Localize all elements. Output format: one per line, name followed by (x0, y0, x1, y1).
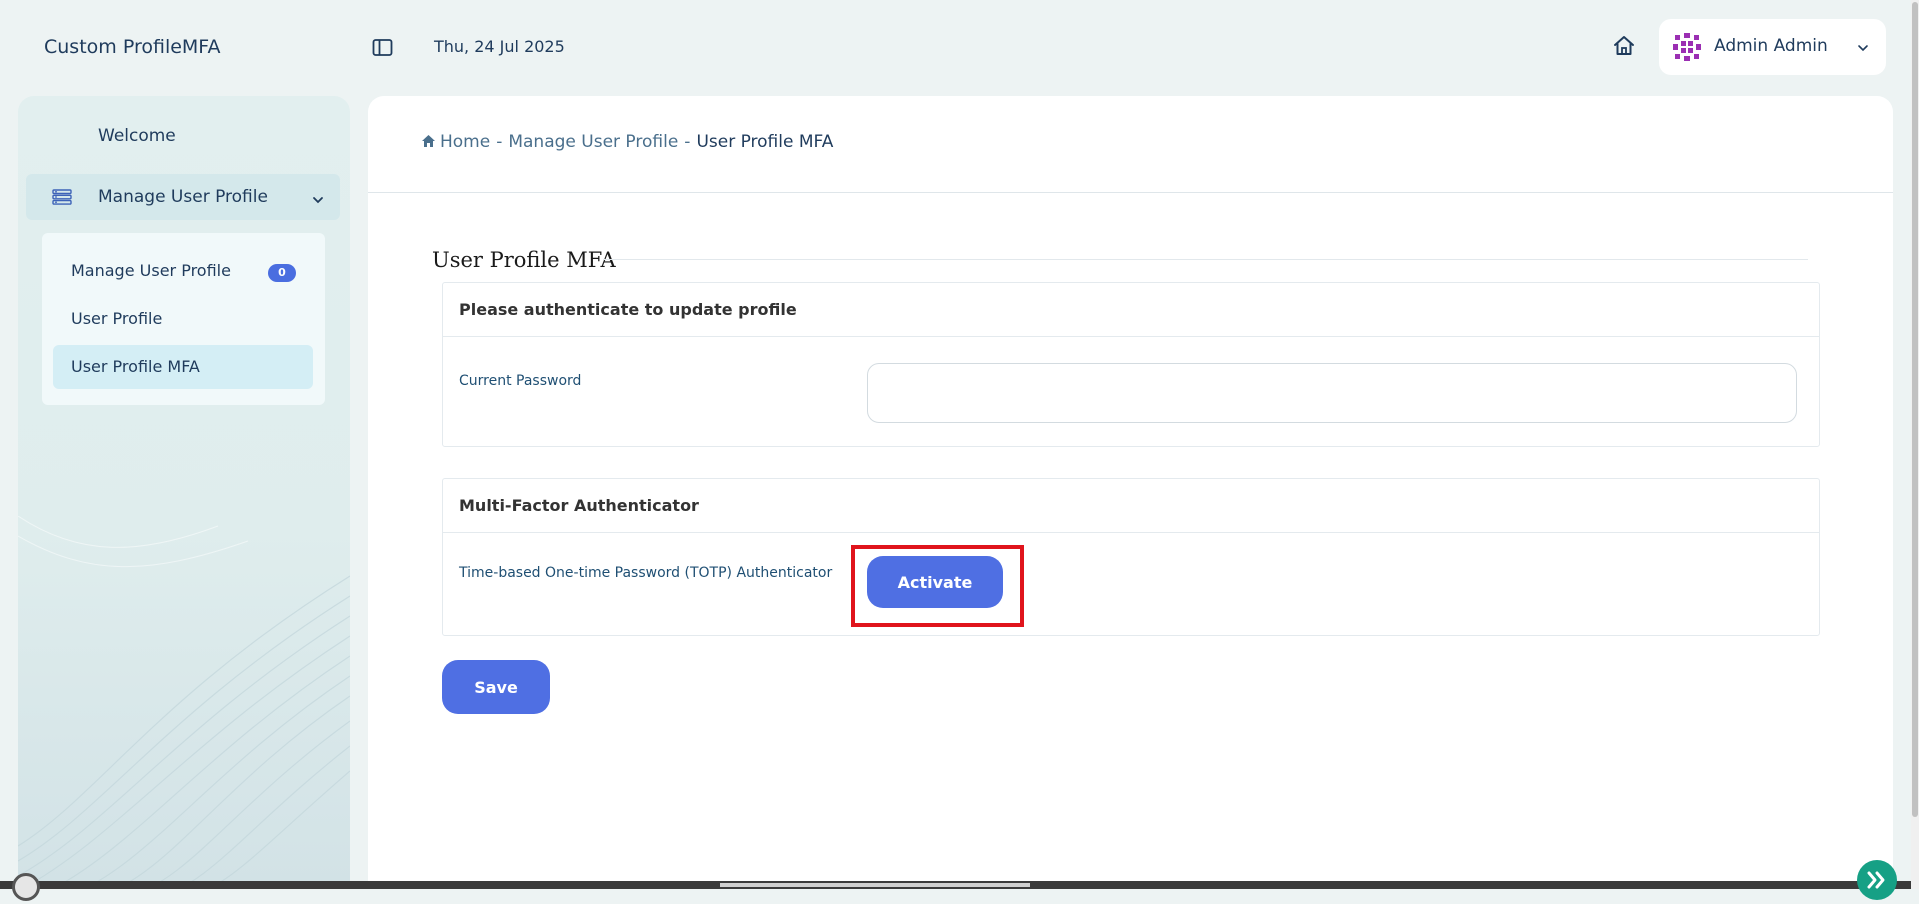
breadcrumb-separator: - (496, 132, 503, 152)
auth-card: Please authenticate to update profile Cu… (442, 282, 1820, 447)
sidebar-item-user-profile[interactable]: User Profile (53, 297, 313, 341)
user-name: Admin Admin (1714, 36, 1828, 56)
double-chevron-right-icon (1867, 871, 1885, 889)
sidebar-item-welcome[interactable]: Welcome (98, 126, 176, 146)
form-legend: User Profile MFA (432, 248, 616, 272)
breadcrumb-home-label: Home (440, 132, 491, 152)
mfa-card: Multi-Factor Authenticator Time-based On… (442, 478, 1820, 636)
user-menu[interactable]: Admin Admin (1659, 19, 1886, 75)
sidebar-group-manage-user-profile[interactable]: Manage User Profile (26, 174, 340, 220)
sidebar-item-label: Manage User Profile (71, 261, 231, 280)
breadcrumb-home[interactable]: Home (421, 132, 490, 152)
breadcrumb-separator: - (684, 132, 691, 152)
expand-fab[interactable] (1857, 860, 1897, 900)
sidebar-item-label: User Profile (71, 309, 163, 328)
horizontal-scrollbar-thumb[interactable] (720, 883, 1030, 887)
chevron-down-icon (312, 191, 324, 204)
sidebar-group-label: Manage User Profile (98, 187, 268, 207)
scrollbar-thumb[interactable] (1912, 2, 1918, 817)
divider (368, 192, 1893, 193)
highlight-box (851, 545, 1024, 627)
home-icon (421, 133, 436, 147)
top-bar: Custom ProfileMFA Thu, 24 Jul 2025 Admin… (0, 0, 1919, 96)
card-title: Multi-Factor Authenticator (443, 479, 1819, 533)
sidebar-toggle-icon[interactable] (372, 38, 394, 58)
sidebar-submenu: Manage User Profile 0 User Profile User … (42, 233, 325, 405)
sidebar-item-label: User Profile MFA (71, 357, 200, 376)
divider (603, 259, 1808, 260)
home-icon[interactable] (1612, 34, 1636, 58)
app-title: Custom ProfileMFA (44, 36, 221, 58)
count-badge: 0 (268, 264, 296, 282)
save-button[interactable]: Save (442, 660, 550, 714)
avatar (1671, 31, 1703, 63)
sidebar-item-user-profile-mfa[interactable]: User Profile MFA (53, 345, 313, 389)
card-title: Please authenticate to update profile (443, 283, 1819, 337)
accessibility-icon[interactable] (12, 873, 40, 901)
current-password-label: Current Password (459, 373, 582, 389)
chevron-down-icon (1856, 40, 1870, 54)
breadcrumb: Home - Manage User Profile - User Profile MF… (421, 132, 833, 152)
sidebar-item-manage-user-profile[interactable]: Manage User Profile 0 (53, 249, 313, 293)
breadcrumb-parent[interactable]: Manage User Profile (508, 132, 678, 152)
breadcrumb-current: User Profile MFA (696, 132, 834, 152)
main-content: Home - Manage User Profile - User Profile MF… (368, 96, 1893, 889)
server-list-icon (52, 189, 72, 205)
current-date: Thu, 24 Jul 2025 (434, 37, 565, 56)
current-password-input[interactable] (867, 363, 1797, 423)
sidebar-background-pattern (18, 516, 350, 889)
totp-label: Time-based One-time Password (TOTP) Auth… (459, 565, 833, 581)
sidebar: Welcome Manage User Profile Manage User … (18, 96, 350, 889)
